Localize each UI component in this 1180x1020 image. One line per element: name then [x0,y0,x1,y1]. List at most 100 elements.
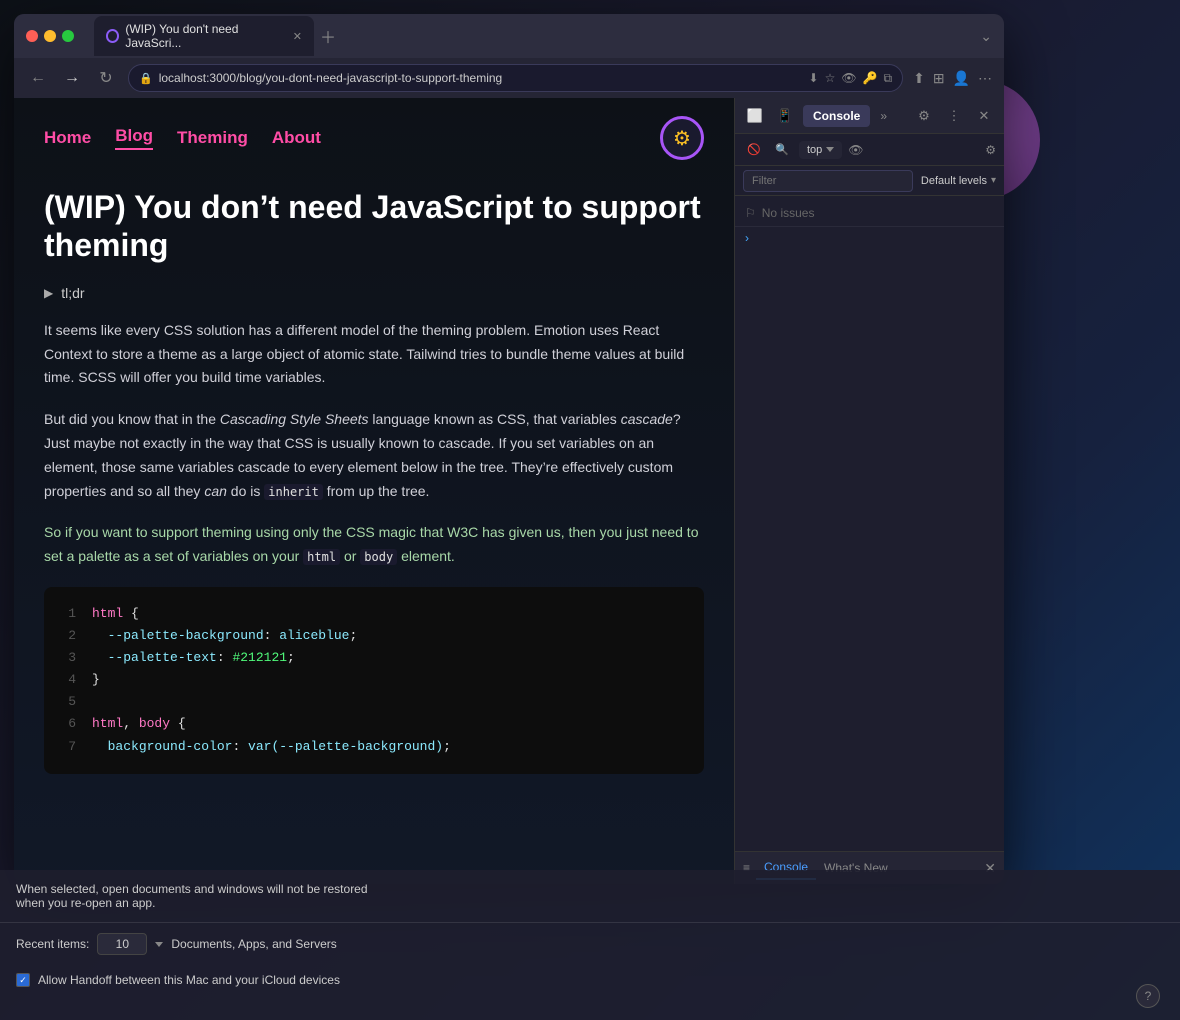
dt-clear-button[interactable]: 🚫 [743,139,765,161]
forward-button[interactable]: → [60,69,84,87]
article-title: (WIP) You don’t need JavaScript to suppo… [44,188,704,265]
puzzle-icon[interactable]: ⧉ [884,71,893,86]
dt-more-tabs-chevron[interactable]: » [880,109,887,123]
tldr-label: tl;dr [61,285,84,301]
devtools-console: ⚐ No issues › [735,196,1004,851]
nav-about[interactable]: About [272,128,321,148]
share-icon[interactable]: ⬆ [913,70,925,87]
close-button[interactable] [26,30,38,42]
dt-more-button[interactable]: ⋮ [942,104,966,128]
tab-label: (WIP) You don't need JavaScri... [125,22,286,50]
tldr-arrow: ▶ [44,286,53,300]
dt-device-button[interactable]: 📱 [773,104,797,128]
dt-console-tab[interactable]: Console [803,105,870,127]
console-no-issues-row: ⚐ No issues [735,200,1004,227]
code-text-7: background-color: var(--palette-backgrou… [92,736,451,758]
article-paragraph-1: It seems like every CSS solution has a d… [44,319,704,390]
article-paragraph-3: So if you want to support theming using … [44,521,704,569]
recent-items-row: Recent items: Documents, Apps, and Serve… [0,923,1180,965]
code-text-2: --palette-background: aliceblue; [92,625,357,647]
recent-items-label: Recent items: [16,937,89,951]
nav-home[interactable]: Home [44,128,91,148]
address-field[interactable]: 🔒 localhost:3000/blog/you-dont-need-java… [128,64,903,92]
new-tab-button[interactable]: ＋ [320,24,336,48]
tab-close-button[interactable]: ✕ [293,30,302,43]
code-line-1: 1 html { [64,603,684,625]
devtools-filter-bar: Default levels ▾ [735,166,1004,196]
p2-italic-can: can [204,483,227,499]
default-levels-chevron-icon: ▾ [991,175,996,186]
tab-bar: (WIP) You don't need JavaScri... ✕ ＋ [94,16,972,56]
help-button[interactable]: ? [1136,984,1160,1008]
maximize-button[interactable] [62,30,74,42]
gear-icon: ⚙ [673,126,691,151]
code-text-4: } [92,669,100,691]
no-issues-icon: ⚐ [745,206,756,220]
password-icon[interactable]: 🔑 [863,71,878,86]
p3-code-html: html [303,549,340,565]
p3-or: or [340,548,356,564]
dt-top-selector[interactable]: top [799,141,842,159]
browser-main: Home Blog Theming About ⚙ (WIP) You don’… [14,98,1004,884]
restore-message-1: When selected, open documents and window… [16,882,368,896]
page-content: Home Blog Theming About ⚙ (WIP) You don’… [14,98,734,884]
code-line-5: 5 [64,691,684,713]
p2-code-inherit: inherit [264,484,323,500]
reload-button[interactable]: ↻ [94,68,118,88]
url-text: localhost:3000/blog/you-dont-need-javasc… [159,71,803,85]
p2-mid: language known as CSS, that variables [369,411,621,427]
restore-message-2: when you re-open an app. [16,896,155,910]
settings-gear-button[interactable]: ⚙ [660,116,704,160]
p3-end: element. [397,548,455,564]
code-text-6: html, body { [92,713,186,735]
lock-icon: 🔒 [139,72,153,85]
dt-sub-gear-icon[interactable]: ⚙ [985,143,996,157]
dt-eye-icon[interactable]: 👁 [848,143,863,157]
handoff-checkbox[interactable]: ✓ [16,973,30,987]
handoff-row: ✓ Allow Handoff between this Mac and you… [0,965,1180,995]
extension-icon[interactable]: 👁 [841,71,856,86]
browser-titlebar: (WIP) You don't need JavaScri... ✕ ＋ ⌄ [14,14,1004,58]
system-bottom-panel: When selected, open documents and window… [0,870,1180,1020]
filter-input[interactable] [743,170,913,192]
system-info-text: When selected, open documents and window… [16,882,368,910]
nav-blog[interactable]: Blog [115,126,153,150]
dt-settings-button[interactable]: ⚙ [912,104,936,128]
help-icon: ? [1145,989,1152,1003]
devtools-toolbar: ⬜ 📱 Console » ⚙ ⋮ ✕ [735,98,1004,134]
browser-toolbar-icons: ⬆ ⊞ 👤 ⋯ [913,70,992,87]
dt-close-button[interactable]: ✕ [972,104,996,128]
tab-overview-icon[interactable]: ⊞ [933,70,945,87]
system-info-row: When selected, open documents and window… [0,870,1180,923]
article-content: (WIP) You don’t need JavaScript to suppo… [14,178,734,814]
window-controls: ⌄ [980,28,992,45]
dt-top-label: top [807,144,822,156]
console-prompt-icon: › [745,231,749,245]
dt-top-chevron-icon [826,147,834,152]
p2-end: from up the tree. [323,483,430,499]
line-number-4: 4 [64,669,76,691]
bookmark-icon[interactable]: ☆ [825,71,836,86]
traffic-lights [26,30,74,42]
p2-after2: do is [227,483,264,499]
menu-icon[interactable]: ⋯ [978,70,992,87]
code-line-4: 4 } [64,669,684,691]
nav-links: Home Blog Theming About [44,126,321,150]
code-block: 1 html { 2 --palette-background: alicebl… [44,587,704,774]
tldr-summary[interactable]: ▶ tl;dr [44,285,704,301]
default-levels-button[interactable]: Default levels ▾ [921,175,996,187]
dt-filter-icon: 🔍 [771,139,793,161]
dt-inspect-button[interactable]: ⬜ [743,104,767,128]
p3-code-body: body [360,549,397,565]
recent-items-input[interactable] [97,933,147,955]
p2-before: But did you know that in the [44,411,220,427]
minimize-button[interactable] [44,30,56,42]
back-button[interactable]: ← [26,69,50,87]
article-paragraph-2: But did you know that in the Cascading S… [44,408,704,503]
console-input-row[interactable]: › [735,227,1004,249]
code-text-3: --palette-text: #212121; [92,647,295,669]
download-icon[interactable]: ⬇ [809,71,819,86]
active-tab[interactable]: (WIP) You don't need JavaScri... ✕ [94,16,314,56]
nav-theming[interactable]: Theming [177,128,248,148]
profile-icon[interactable]: 👤 [953,70,970,87]
